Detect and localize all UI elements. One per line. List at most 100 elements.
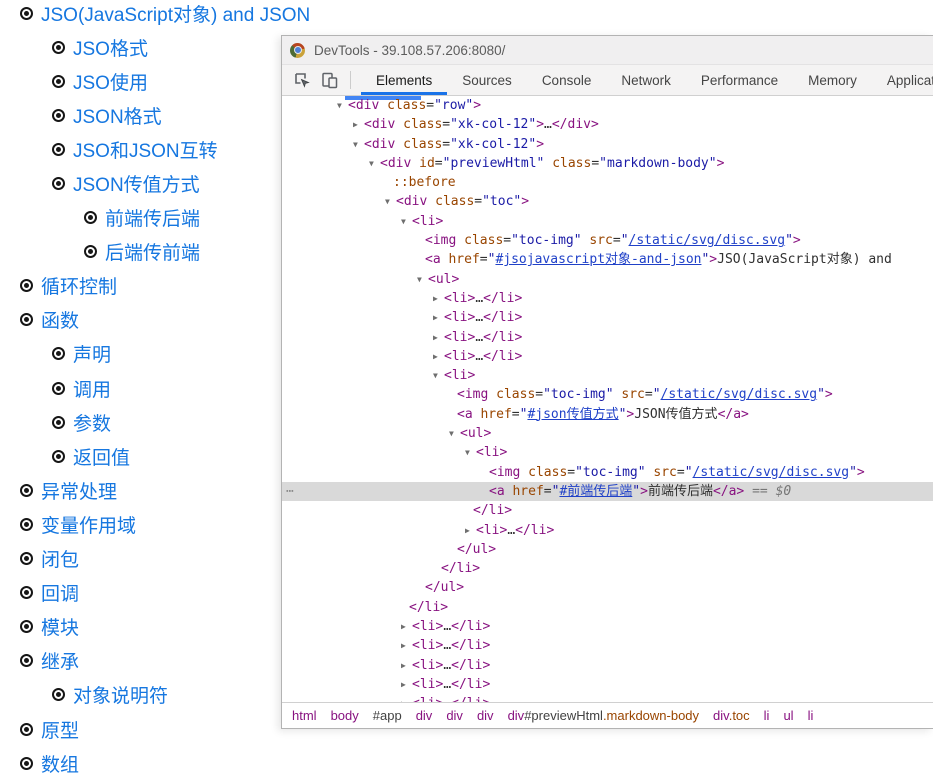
row-menu-icon[interactable]: ⋯ xyxy=(286,482,295,501)
token-link-value[interactable]: #json传值方式 xyxy=(527,407,618,422)
collapse-arrow-icon[interactable]: ▼ xyxy=(337,96,348,115)
expand-arrow-icon[interactable]: ▶ xyxy=(353,115,364,134)
tree-row[interactable]: ▶<li>…</li> xyxy=(282,617,933,636)
tree-row[interactable]: ▼<div class="xk-col-12"> xyxy=(282,135,933,154)
expand-arrow-icon[interactable]: ▶ xyxy=(401,636,412,655)
inspect-element-button[interactable] xyxy=(288,65,316,95)
tree-row[interactable]: ▼<div class="toc"> xyxy=(282,192,933,211)
toc-link[interactable]: 函数 xyxy=(41,306,79,333)
tab-sources[interactable]: Sources xyxy=(447,65,527,95)
collapse-arrow-icon[interactable]: ▼ xyxy=(433,366,444,385)
tab-network[interactable]: Network xyxy=(606,65,686,95)
tree-row[interactable]: ▶<li>…</li> xyxy=(282,521,933,540)
tab-memory[interactable]: Memory xyxy=(793,65,872,95)
toc-link[interactable]: 声明 xyxy=(73,340,111,367)
tree-row[interactable]: ▶<li>…</li> xyxy=(282,675,933,694)
toc-link[interactable]: 回调 xyxy=(41,579,79,606)
breadcrumb-item[interactable]: ul xyxy=(783,708,793,723)
collapse-arrow-icon[interactable]: ▼ xyxy=(417,270,428,289)
tree-row[interactable]: <img class="toc-img" src="/static/svg/di… xyxy=(282,231,933,250)
toc-link[interactable]: 变量作用域 xyxy=(41,511,136,538)
device-toolbar-button[interactable] xyxy=(316,65,344,95)
expand-arrow-icon[interactable]: ▶ xyxy=(433,328,444,347)
tab-elements[interactable]: Elements xyxy=(361,65,447,95)
expand-arrow-icon[interactable]: ▶ xyxy=(433,347,444,366)
breadcrumb-item[interactable]: li xyxy=(764,708,770,723)
toc-link[interactable]: 循环控制 xyxy=(41,272,117,299)
tree-row[interactable]: ▼<div id="previewHtml" class="markdown-b… xyxy=(282,154,933,173)
toc-link[interactable]: JSON格式 xyxy=(73,102,162,129)
expand-arrow-icon[interactable]: ▶ xyxy=(401,656,412,675)
breadcrumb-item[interactable]: div#previewHtml.markdown-body xyxy=(508,708,699,723)
tree-row[interactable]: ▶<div class="xk-col-12">…</div> xyxy=(282,115,933,134)
token-link-value[interactable]: /static/svg/disc.svg xyxy=(661,387,818,402)
toc-link[interactable]: 返回值 xyxy=(73,443,130,470)
tree-row[interactable]: ▼<ul> xyxy=(282,424,933,443)
collapse-arrow-icon[interactable]: ▼ xyxy=(465,443,476,462)
tree-row[interactable]: ▼<li> xyxy=(282,212,933,231)
token-link-value[interactable]: #jsojavascript对象-and-json xyxy=(495,252,701,267)
tree-row[interactable]: ▶<li>…</li> xyxy=(282,656,933,675)
tree-row[interactable]: </li> xyxy=(282,501,933,520)
toc-link[interactable]: 模块 xyxy=(41,613,79,640)
devtools-titlebar[interactable]: DevTools - 39.108.57.206:8080/ xyxy=(282,36,933,65)
breadcrumb-item[interactable]: #app xyxy=(373,708,402,723)
collapse-arrow-icon[interactable]: ▼ xyxy=(449,424,460,443)
breadcrumb-item[interactable]: body xyxy=(331,708,359,723)
toc-link[interactable]: 数组 xyxy=(41,750,79,777)
toc-link[interactable]: 后端传前端 xyxy=(105,238,200,265)
toc-link[interactable]: JSON传值方式 xyxy=(73,170,200,197)
toc-link[interactable]: JSO(JavaScript对象) and JSON xyxy=(41,0,310,27)
breadcrumb-item[interactable]: div xyxy=(477,708,494,723)
tab-performance[interactable]: Performance xyxy=(686,65,793,95)
tree-row[interactable]: </li> xyxy=(282,598,933,617)
tree-row[interactable]: ▼<li> xyxy=(282,366,933,385)
toc-link[interactable]: 异常处理 xyxy=(41,477,117,504)
toc-link[interactable]: 前端传后端 xyxy=(105,204,200,231)
tree-row[interactable]: ▶<li>…</li> xyxy=(282,328,933,347)
tree-row[interactable]: ▶<li>…</li> xyxy=(282,289,933,308)
tree-row[interactable]: <a href="#json传值方式">JSON传值方式</a> xyxy=(282,405,933,424)
tab-console[interactable]: Console xyxy=(527,65,607,95)
tree-row[interactable]: <img class="toc-img" src="/static/svg/di… xyxy=(282,385,933,404)
tree-row[interactable]: ▼<div class="row"> xyxy=(282,96,933,115)
token-link-value[interactable]: /static/svg/disc.svg xyxy=(693,465,850,480)
expand-arrow-icon[interactable]: ▶ xyxy=(401,675,412,694)
toc-link[interactable]: 调用 xyxy=(73,375,111,402)
tab-application[interactable]: Application xyxy=(872,65,933,95)
toc-link[interactable]: JSO格式 xyxy=(73,34,148,61)
expand-arrow-icon[interactable]: ▶ xyxy=(433,289,444,308)
breadcrumb-item[interactable]: div.toc xyxy=(713,708,750,723)
tree-row[interactable]: ⋯<a href="#前端传后端">前端传后端</a> == $0 xyxy=(282,482,933,501)
tree-row[interactable]: <a href="#jsojavascript对象-and-json">JSO(… xyxy=(282,250,933,269)
collapse-arrow-icon[interactable]: ▼ xyxy=(385,192,396,211)
toc-link[interactable]: JSO使用 xyxy=(73,68,148,95)
tree-row[interactable]: <img class="toc-img" src="/static/svg/di… xyxy=(282,463,933,482)
tree-row[interactable]: ▼<ul> xyxy=(282,270,933,289)
toc-link[interactable]: 对象说明符 xyxy=(73,681,168,708)
tree-row[interactable]: ▼<li> xyxy=(282,443,933,462)
collapse-arrow-icon[interactable]: ▼ xyxy=(369,154,380,173)
token-link-value[interactable]: /static/svg/disc.svg xyxy=(629,233,786,248)
collapse-arrow-icon[interactable]: ▼ xyxy=(401,212,412,231)
tree-row[interactable]: ▶<li>…</li> xyxy=(282,694,933,702)
tree-row[interactable]: ▶<li>…</li> xyxy=(282,347,933,366)
expand-arrow-icon[interactable]: ▶ xyxy=(465,521,476,540)
token-link-value[interactable]: #前端传后端 xyxy=(559,484,632,499)
breadcrumb-item[interactable]: div xyxy=(446,708,463,723)
breadcrumb-item[interactable]: li xyxy=(808,708,814,723)
tree-row[interactable]: ▶<li>…</li> xyxy=(282,636,933,655)
tree-row[interactable]: </ul> xyxy=(282,540,933,559)
breadcrumb-item[interactable]: html xyxy=(292,708,317,723)
expand-arrow-icon[interactable]: ▶ xyxy=(401,694,412,702)
tree-row[interactable]: </ul> xyxy=(282,578,933,597)
expand-arrow-icon[interactable]: ▶ xyxy=(433,308,444,327)
toc-link[interactable]: JSO和JSON互转 xyxy=(73,136,218,163)
toc-link[interactable]: 原型 xyxy=(41,716,79,743)
expand-arrow-icon[interactable]: ▶ xyxy=(401,617,412,636)
tree-row[interactable]: ::before xyxy=(282,173,933,192)
collapse-arrow-icon[interactable]: ▼ xyxy=(353,135,364,154)
toc-link[interactable]: 闭包 xyxy=(41,545,79,572)
tree-row[interactable]: </li> xyxy=(282,559,933,578)
toc-link[interactable]: 参数 xyxy=(73,409,111,436)
